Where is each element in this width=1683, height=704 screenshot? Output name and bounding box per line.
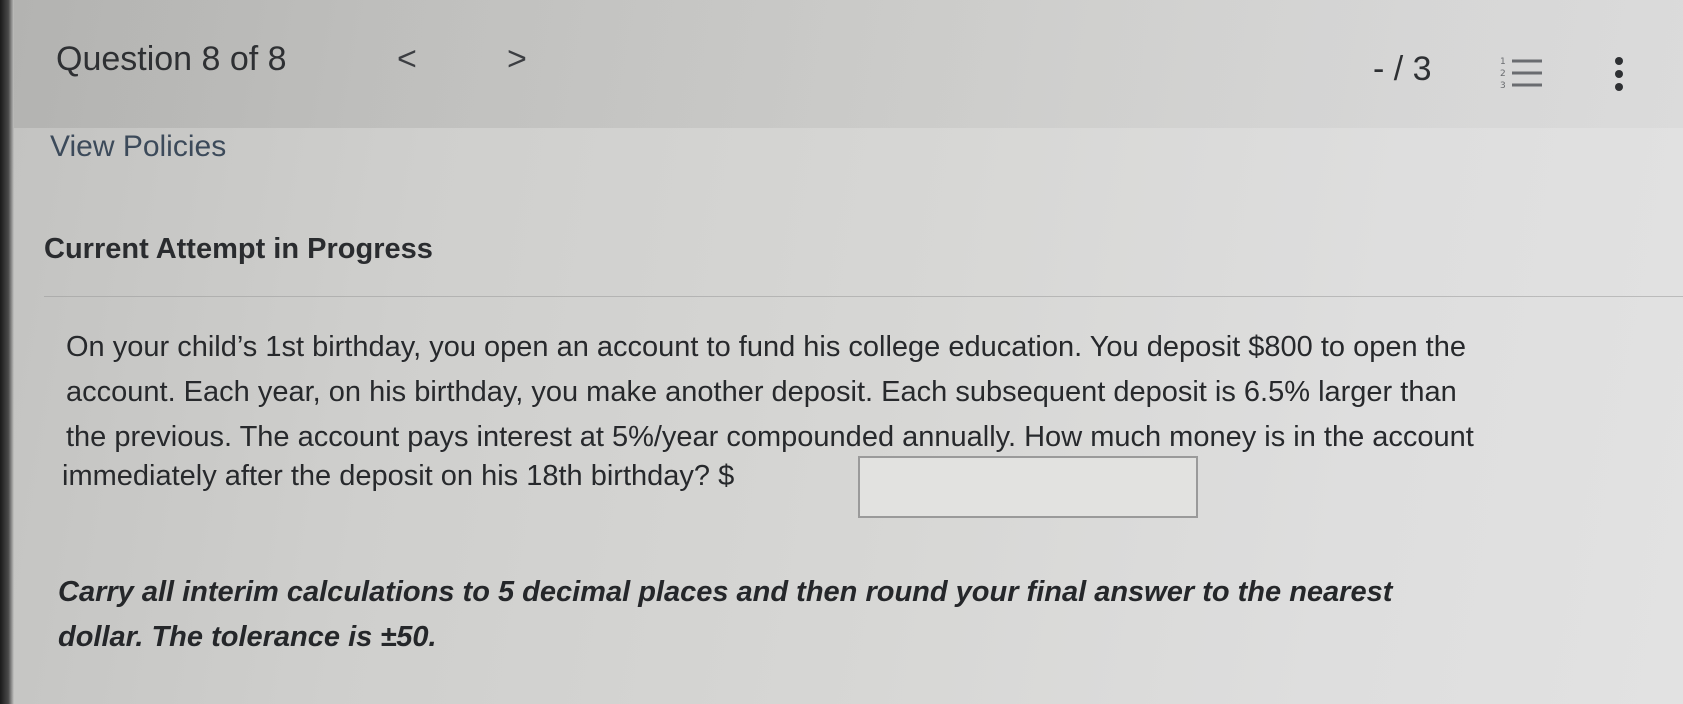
section-title: Current Attempt in Progress — [44, 233, 433, 265]
question-line: On your child’s 1st birthday, you open a… — [66, 331, 1466, 363]
question-line: the previous. The account pays interest … — [66, 421, 1474, 453]
svg-text:2: 2 — [1500, 69, 1506, 79]
svg-text:1: 1 — [1500, 57, 1506, 67]
instructions-text: Carry all interim calculations to 5 deci… — [58, 570, 1658, 660]
next-question-button[interactable]: > — [507, 40, 527, 79]
view-policies-link[interactable]: View Policies — [50, 130, 226, 164]
instructions-line: dollar. The tolerance is ±50. — [58, 621, 437, 653]
previous-question-button[interactable]: < — [397, 40, 417, 79]
question-line: account. Each year, on his birthday, you… — [66, 376, 1457, 408]
question-line-final: immediately after the deposit on his 18t… — [62, 460, 735, 492]
score-display: - / 3 — [1373, 50, 1432, 88]
kebab-menu-icon[interactable] — [1612, 56, 1626, 92]
question-counter: Question 8 of 8 — [56, 40, 287, 78]
numbered-list-icon[interactable]: 1 2 3 — [1500, 55, 1544, 91]
svg-text:3: 3 — [1500, 81, 1506, 91]
screen-edge — [0, 0, 14, 704]
instructions-line: Carry all interim calculations to 5 deci… — [58, 576, 1393, 608]
answer-input[interactable] — [858, 456, 1198, 518]
question-text: On your child’s 1st birthday, you open a… — [66, 325, 1666, 460]
divider — [44, 296, 1683, 297]
